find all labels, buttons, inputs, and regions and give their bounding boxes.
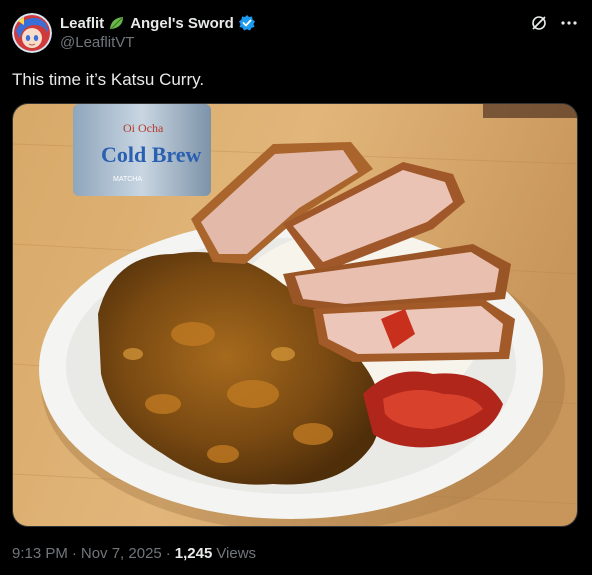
meta-separator: · <box>71 545 77 562</box>
views-label: Views <box>216 545 257 562</box>
svg-text:Cold Brew: Cold Brew <box>101 142 202 167</box>
post-time[interactable]: 9:13 PM <box>12 545 68 562</box>
grok-icon[interactable] <box>530 14 548 32</box>
post-photo[interactable]: Oi Ocha Cold Brew MATCHA <box>12 103 578 527</box>
post-actions-top <box>530 14 578 32</box>
author-name-row[interactable]: Leaflit Angel's Sword <box>60 14 256 32</box>
drink-can: Oi Ocha Cold Brew MATCHA <box>73 104 211 196</box>
views-count: 1,245 <box>174 545 213 562</box>
svg-text:Oi Ocha: Oi Ocha <box>123 121 164 135</box>
leaf-emoji-icon <box>108 14 126 32</box>
svg-text:MATCHA: MATCHA <box>113 176 142 183</box>
avatar[interactable] <box>12 13 52 53</box>
meta-separator: · <box>165 545 171 562</box>
display-name-suffix[interactable]: Angel's Sword <box>130 15 234 32</box>
author-handle[interactable]: @LeaflitVT <box>60 34 134 51</box>
post-meta: 9:13 PM · Nov 7, 2025 · 1,245 Views <box>12 545 256 562</box>
display-name[interactable]: Leaflit <box>60 15 104 32</box>
verified-badge-icon <box>238 14 256 32</box>
post-date[interactable]: Nov 7, 2025 <box>81 545 162 562</box>
post-text: This time it’s Katsu Curry. <box>12 70 205 89</box>
more-icon[interactable] <box>560 14 578 32</box>
